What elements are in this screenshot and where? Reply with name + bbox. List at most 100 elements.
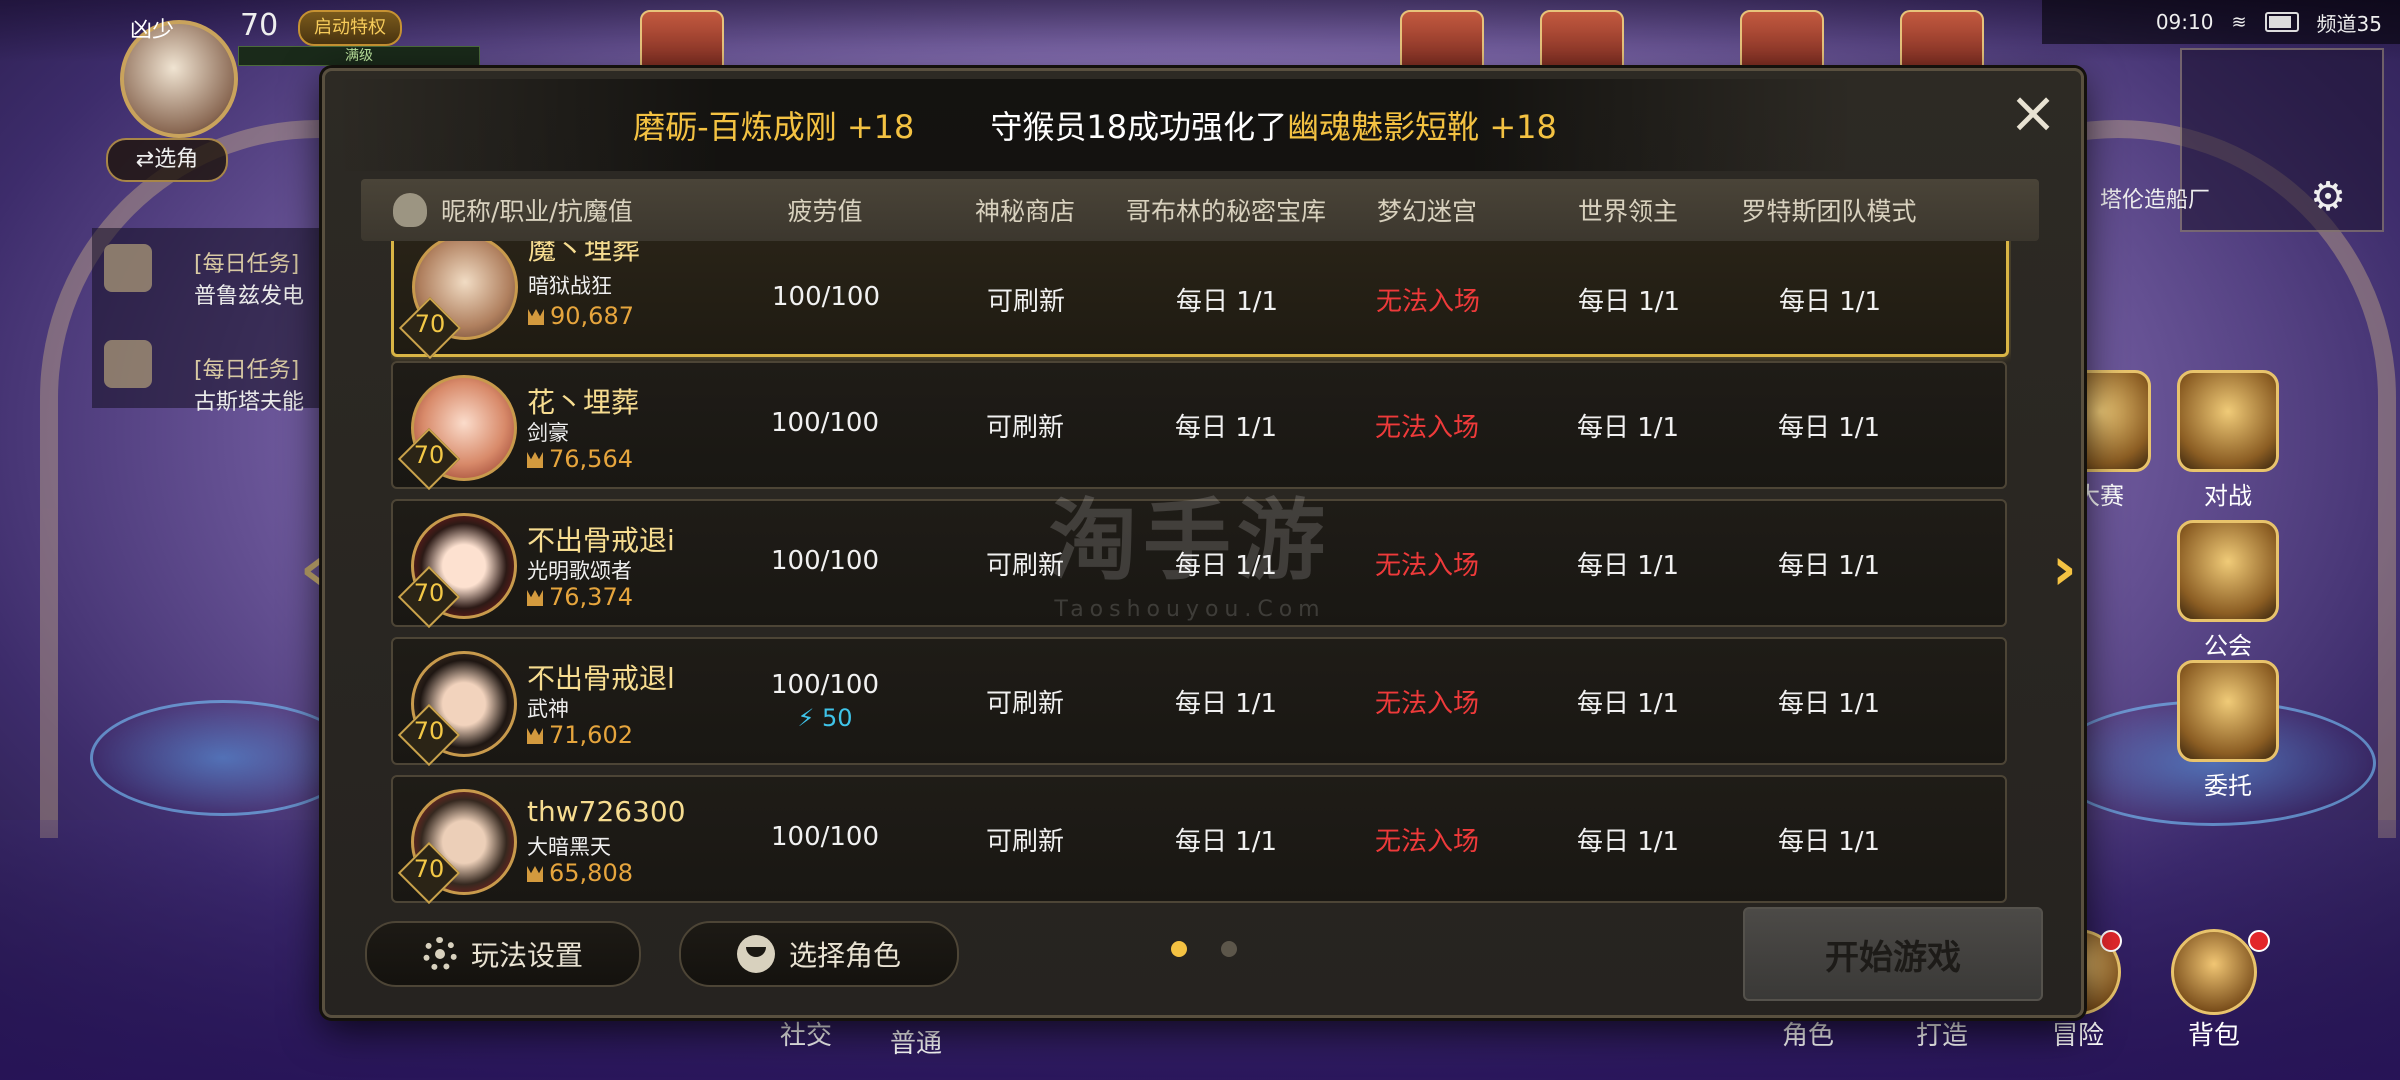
player-level: 70 <box>240 8 279 43</box>
header-lord: 世界领主 <box>1577 197 1678 226</box>
task-tag: [每日任务] <box>194 252 300 277</box>
top-menu-icon[interactable] <box>1740 10 1824 74</box>
fatigue-value: 100/100 <box>770 546 879 576</box>
character-level: 70 <box>413 855 445 883</box>
top-menu-icon[interactable] <box>1400 10 1484 74</box>
bottom-label: 冒险 <box>2051 1021 2104 1051</box>
header-maze: 梦幻迷宫 <box>1376 197 1477 226</box>
gear-icon <box>422 937 457 971</box>
character-level: 70 <box>413 441 445 469</box>
team-icon <box>104 340 152 388</box>
character-list[interactable]: 70 魔丶埋葬 暗狱战狂 90,687 100/100 可刷新 每日 1/1 无… <box>391 241 2011 953</box>
character-name: 不出骨戒退i <box>527 524 675 557</box>
header-goblin: 哥布林的秘密宝库 <box>1125 197 1326 226</box>
character-cell: 70 魔丶埋葬 暗狱战狂 90,687 <box>394 241 724 360</box>
character-power: 71,602 <box>527 721 633 749</box>
top-menu-icon[interactable] <box>640 10 724 74</box>
goblin-cell: 每日 1/1 <box>1175 286 1279 317</box>
chevron-right-icon[interactable]: › <box>2052 534 2077 604</box>
broadcast-banner: 磨砺-百炼成刚 +18 守猴员18成功强化了幽魂魅影短靴 +18 <box>335 79 1855 171</box>
start-game-button[interactable]: 开始游戏 <box>1743 907 2043 1001</box>
commission-label: 委托 <box>2204 772 2252 800</box>
notification-dot <box>2100 930 2122 952</box>
fatigue-value: 100/100 <box>770 408 879 438</box>
broadcast-right-item: 幽魂魅影短靴 +18 <box>1287 108 1557 146</box>
character-cell: 70 thw726300 大暗黑天 65,808 <box>393 777 723 905</box>
notification-dot <box>2248 930 2270 952</box>
fatigue-cell: 100/100 <box>723 822 927 856</box>
character-class: 暗狱战狂 <box>528 274 612 298</box>
character-name: 花丶埋葬 <box>527 386 640 419</box>
chevron-left-icon[interactable]: ‹ <box>300 534 325 604</box>
battle-label: 对战 <box>2204 482 2252 510</box>
settings-gear-icon[interactable]: ⚙ <box>2310 174 2346 220</box>
lord-cell: 每日 1/1 <box>1576 688 1680 719</box>
power-value: 65,808 <box>549 859 633 887</box>
goblin-cell: 每日 1/1 <box>1174 826 1278 857</box>
battle-button[interactable]: 对战 <box>2168 370 2288 511</box>
table-header: 昵称/职业/抗魔值 疲劳值 神秘商店 哥布林的秘密宝库 梦幻迷宫 世界领主 罗特… <box>361 179 2039 241</box>
exp-bar: 满级 <box>238 46 480 66</box>
shop-cell: 可刷新 <box>986 286 1065 317</box>
select-role-button[interactable]: 选择角色 <box>679 921 959 987</box>
character-face-icon <box>736 935 775 973</box>
character-row[interactable]: 70 不出骨戒退l 武神 71,602 100/100 ⚡ 50 可刷新 每日 1… <box>391 637 2007 767</box>
character-class: 大暗黑天 <box>527 835 611 859</box>
lord-cell: 每日 1/1 <box>1576 826 1680 857</box>
character-row[interactable]: 70 花丶埋葬 剑豪 76,564 100/100 可刷新 每日 1/1 无法入… <box>391 361 2007 491</box>
goblin-cell: 每日 1/1 <box>1174 688 1278 719</box>
commission-button[interactable]: 委托 <box>2168 660 2288 801</box>
character-name: 不出骨戒退l <box>527 662 675 695</box>
maze-cell: 无法入场 <box>1374 826 1479 857</box>
crossed-swords-icon <box>2177 370 2279 472</box>
fatigue-cell: 100/100 <box>723 408 927 442</box>
scroll-icon <box>104 244 152 292</box>
maze-cell: 无法入场 <box>1374 412 1479 443</box>
clock: 09:10 <box>2155 10 2214 34</box>
task-item-1[interactable]: [每日任务] 普鲁兹发电 <box>194 246 304 310</box>
privilege-badge[interactable]: 启动特权 <box>298 10 402 46</box>
guild-shield-icon <box>2177 520 2279 622</box>
fatigue-bonus: ⚡ 50 <box>797 704 853 732</box>
broadcast-right-prefix: 守猴员18成功强化了 <box>990 108 1288 146</box>
character-cell: 70 花丶埋葬 剑豪 76,564 <box>393 363 723 491</box>
fatigue-cell: 100/100 <box>724 282 928 316</box>
maze-cell: 无法入场 <box>1374 688 1479 719</box>
lord-cell: 每日 1/1 <box>1577 286 1681 317</box>
character-level: 70 <box>413 579 445 607</box>
minimap[interactable] <box>2180 48 2384 232</box>
character-level: 70 <box>414 310 446 338</box>
character-row[interactable]: 70 thw726300 大暗黑天 65,808 100/100 可刷新 每日 … <box>391 775 2007 905</box>
character-power: 76,374 <box>527 583 633 611</box>
shipyard-label: 塔伦造船厂 <box>2099 188 2210 213</box>
close-icon[interactable]: × <box>2007 83 2059 141</box>
crown-icon <box>527 866 543 882</box>
character-cell: 70 不出骨戒退i 光明歌颂者 76,374 <box>393 501 723 629</box>
power-value: 71,602 <box>549 721 633 749</box>
header-team: 罗特斯团队模式 <box>1741 197 1917 226</box>
task-item-2[interactable]: [每日任务] 古斯塔夫能 <box>194 352 304 416</box>
team-cell: 每日 1/1 <box>1777 550 1881 581</box>
switch-role-button[interactable]: ⇄选角 <box>106 138 228 182</box>
guild-button[interactable]: 公会 <box>2168 520 2288 661</box>
top-menu-icon[interactable] <box>1540 10 1624 74</box>
bottom-bag-button[interactable]: 背包 <box>2164 929 2264 1052</box>
play-settings-button[interactable]: 玩法设置 <box>365 921 641 987</box>
task-tag: [每日任务] <box>194 358 300 383</box>
guild-label: 公会 <box>2204 632 2252 660</box>
team-cell: 每日 1/1 <box>1777 688 1881 719</box>
header-shop: 神秘商店 <box>974 197 1075 226</box>
bottom-normal-button[interactable]: 普通 <box>866 1023 966 1060</box>
character-power: 76,564 <box>527 445 633 473</box>
top-menu-icon[interactable] <box>1900 10 1984 74</box>
character-row[interactable]: 70 魔丶埋葬 暗狱战狂 90,687 100/100 可刷新 每日 1/1 无… <box>391 241 2009 360</box>
play-settings-label: 玩法设置 <box>470 939 583 972</box>
power-value: 76,564 <box>549 445 633 473</box>
maze-cell: 无法入场 <box>1375 286 1480 317</box>
page-dot[interactable] <box>1221 941 1237 957</box>
board-icon <box>2177 660 2279 762</box>
shop-cell: 可刷新 <box>985 826 1064 857</box>
character-row[interactable]: 70 不出骨戒退i 光明歌颂者 76,374 100/100 可刷新 每日 1/… <box>391 499 2007 629</box>
broadcast-left: 磨砺-百炼成刚 +18 <box>633 108 915 146</box>
page-dot-active[interactable] <box>1171 941 1187 957</box>
